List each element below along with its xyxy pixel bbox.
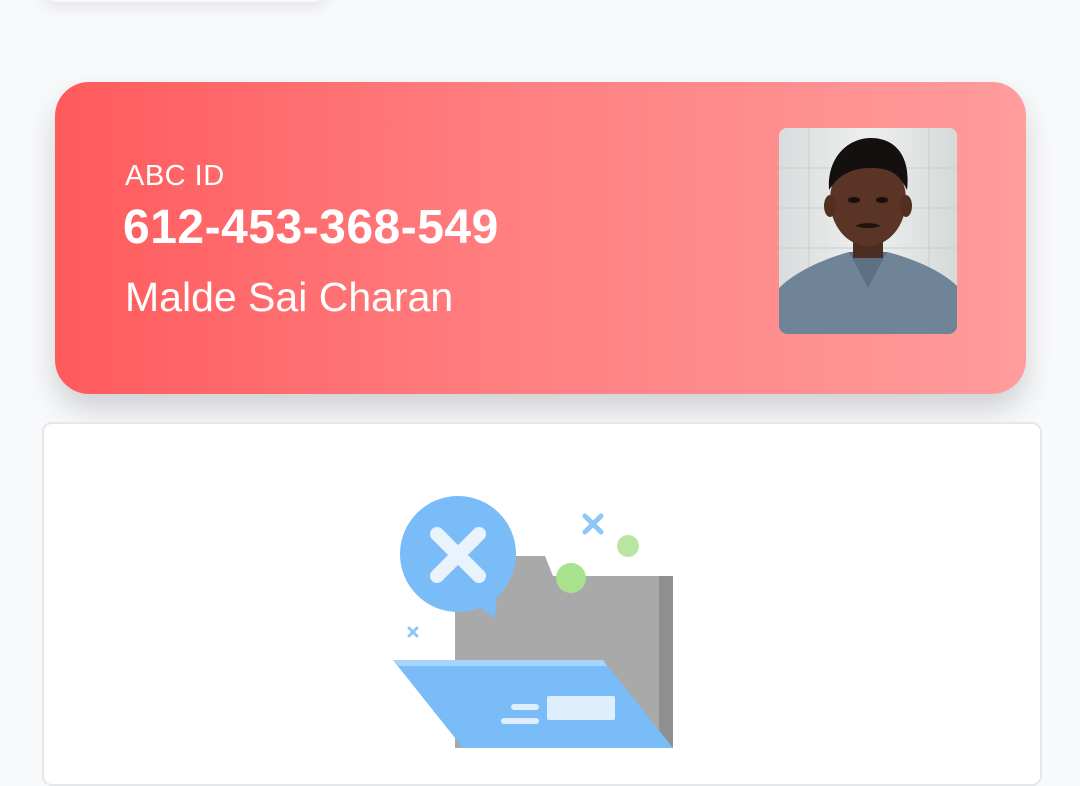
profile-photo-image <box>779 128 957 334</box>
abc-id-card[interactable]: ABC ID 612-453-368-549 Malde Sai Charan <box>55 82 1026 394</box>
abc-id-label: ABC ID <box>125 160 225 192</box>
profile-photo <box>779 128 957 334</box>
top-card-edge <box>40 0 330 2</box>
no-documents-illustration-icon <box>393 496 673 748</box>
abc-id-number: 612-453-368-549 <box>123 201 499 254</box>
card-holder-name: Malde Sai Charan <box>125 274 454 320</box>
